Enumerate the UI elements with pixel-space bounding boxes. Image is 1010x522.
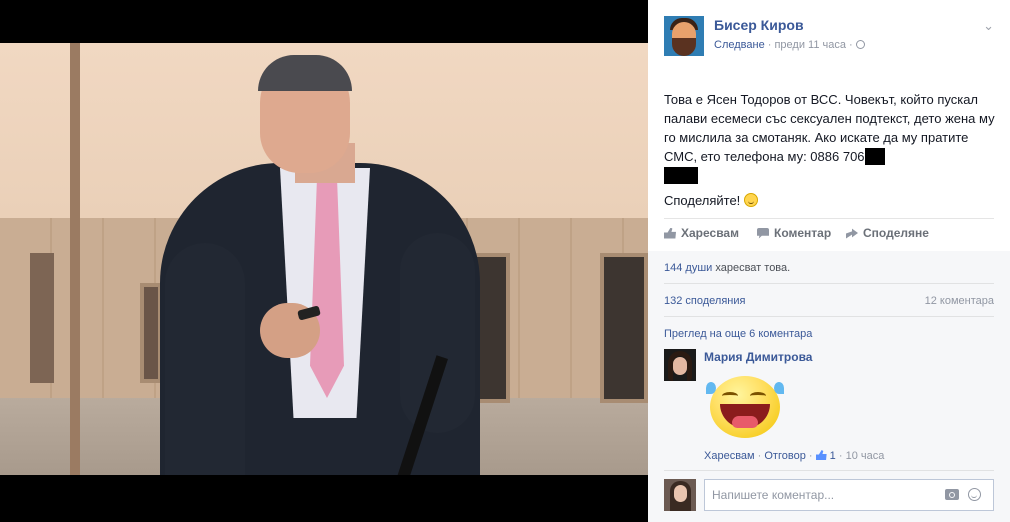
like-icon (664, 227, 676, 239)
view-more-comments: Преглед на още 6 коментара (664, 328, 994, 340)
globe-icon (855, 40, 865, 49)
view-more-link[interactable]: Преглед на още 6 коментара (664, 328, 812, 340)
commenter-avatar[interactable] (664, 349, 696, 381)
post-header: Бисер Киров Следване · преди 11 часа · ⌄ (664, 16, 994, 56)
likes-link[interactable]: 144 души (664, 262, 712, 274)
photo-pillar (70, 43, 80, 475)
comment-reply-link[interactable]: Отговор (764, 450, 805, 462)
author-name[interactable]: Бисер Киров (714, 17, 804, 33)
shares-link[interactable]: 132 споделяния (664, 295, 745, 307)
comment-icon (757, 227, 769, 239)
photo-viewer (0, 0, 648, 522)
smiley-icon (743, 193, 758, 207)
post-photo[interactable] (0, 43, 648, 475)
comment-time[interactable]: 10 часа (846, 450, 885, 462)
redaction-box (864, 148, 885, 165)
post-sidebar: Бисер Киров Следване · преди 11 часа · ⌄… (648, 0, 1010, 522)
photo-person (160, 43, 480, 475)
divider (664, 316, 994, 317)
comments-count: 12 коментара (924, 295, 994, 307)
divider (664, 470, 994, 471)
photo-window (600, 253, 648, 403)
commenter-name[interactable]: Мария Димитрова (704, 350, 812, 364)
likes-summary: 144 души харесват това. (664, 262, 791, 274)
divider (664, 283, 994, 284)
post-text: Това е Ясен Тодоров от ВСС. Човекът, кой… (664, 92, 995, 208)
post-actions: Харесвам Коментар Споделяне (664, 226, 994, 244)
author-avatar[interactable] (664, 16, 704, 56)
share-button[interactable]: Споделяне (846, 226, 929, 240)
share-icon (846, 228, 858, 239)
redaction-box (664, 167, 698, 184)
thumb-up-icon (815, 450, 827, 460)
post-meta: Следване · преди 11 часа · (714, 39, 865, 51)
comment-actions: Харесвам · Отговор · 1 · 10 часа (704, 450, 885, 462)
emoji-icon[interactable] (968, 488, 981, 501)
comment-button[interactable]: Коментар (757, 226, 831, 240)
post-time[interactable]: преди 11 часа (774, 39, 846, 51)
comment-like-link[interactable]: Харесвам (704, 450, 755, 462)
follow-link[interactable]: Следване (714, 39, 765, 51)
shares-row: 132 споделяния 12 коментара (664, 295, 994, 307)
chevron-down-icon[interactable]: ⌄ (983, 18, 994, 34)
divider (664, 218, 994, 219)
photo-door (30, 253, 54, 383)
like-button[interactable]: Харесвам (664, 226, 739, 240)
photo-window (140, 283, 162, 383)
current-user-avatar (664, 479, 696, 511)
laughing-sticker (706, 374, 784, 440)
camera-icon[interactable] (945, 489, 959, 500)
